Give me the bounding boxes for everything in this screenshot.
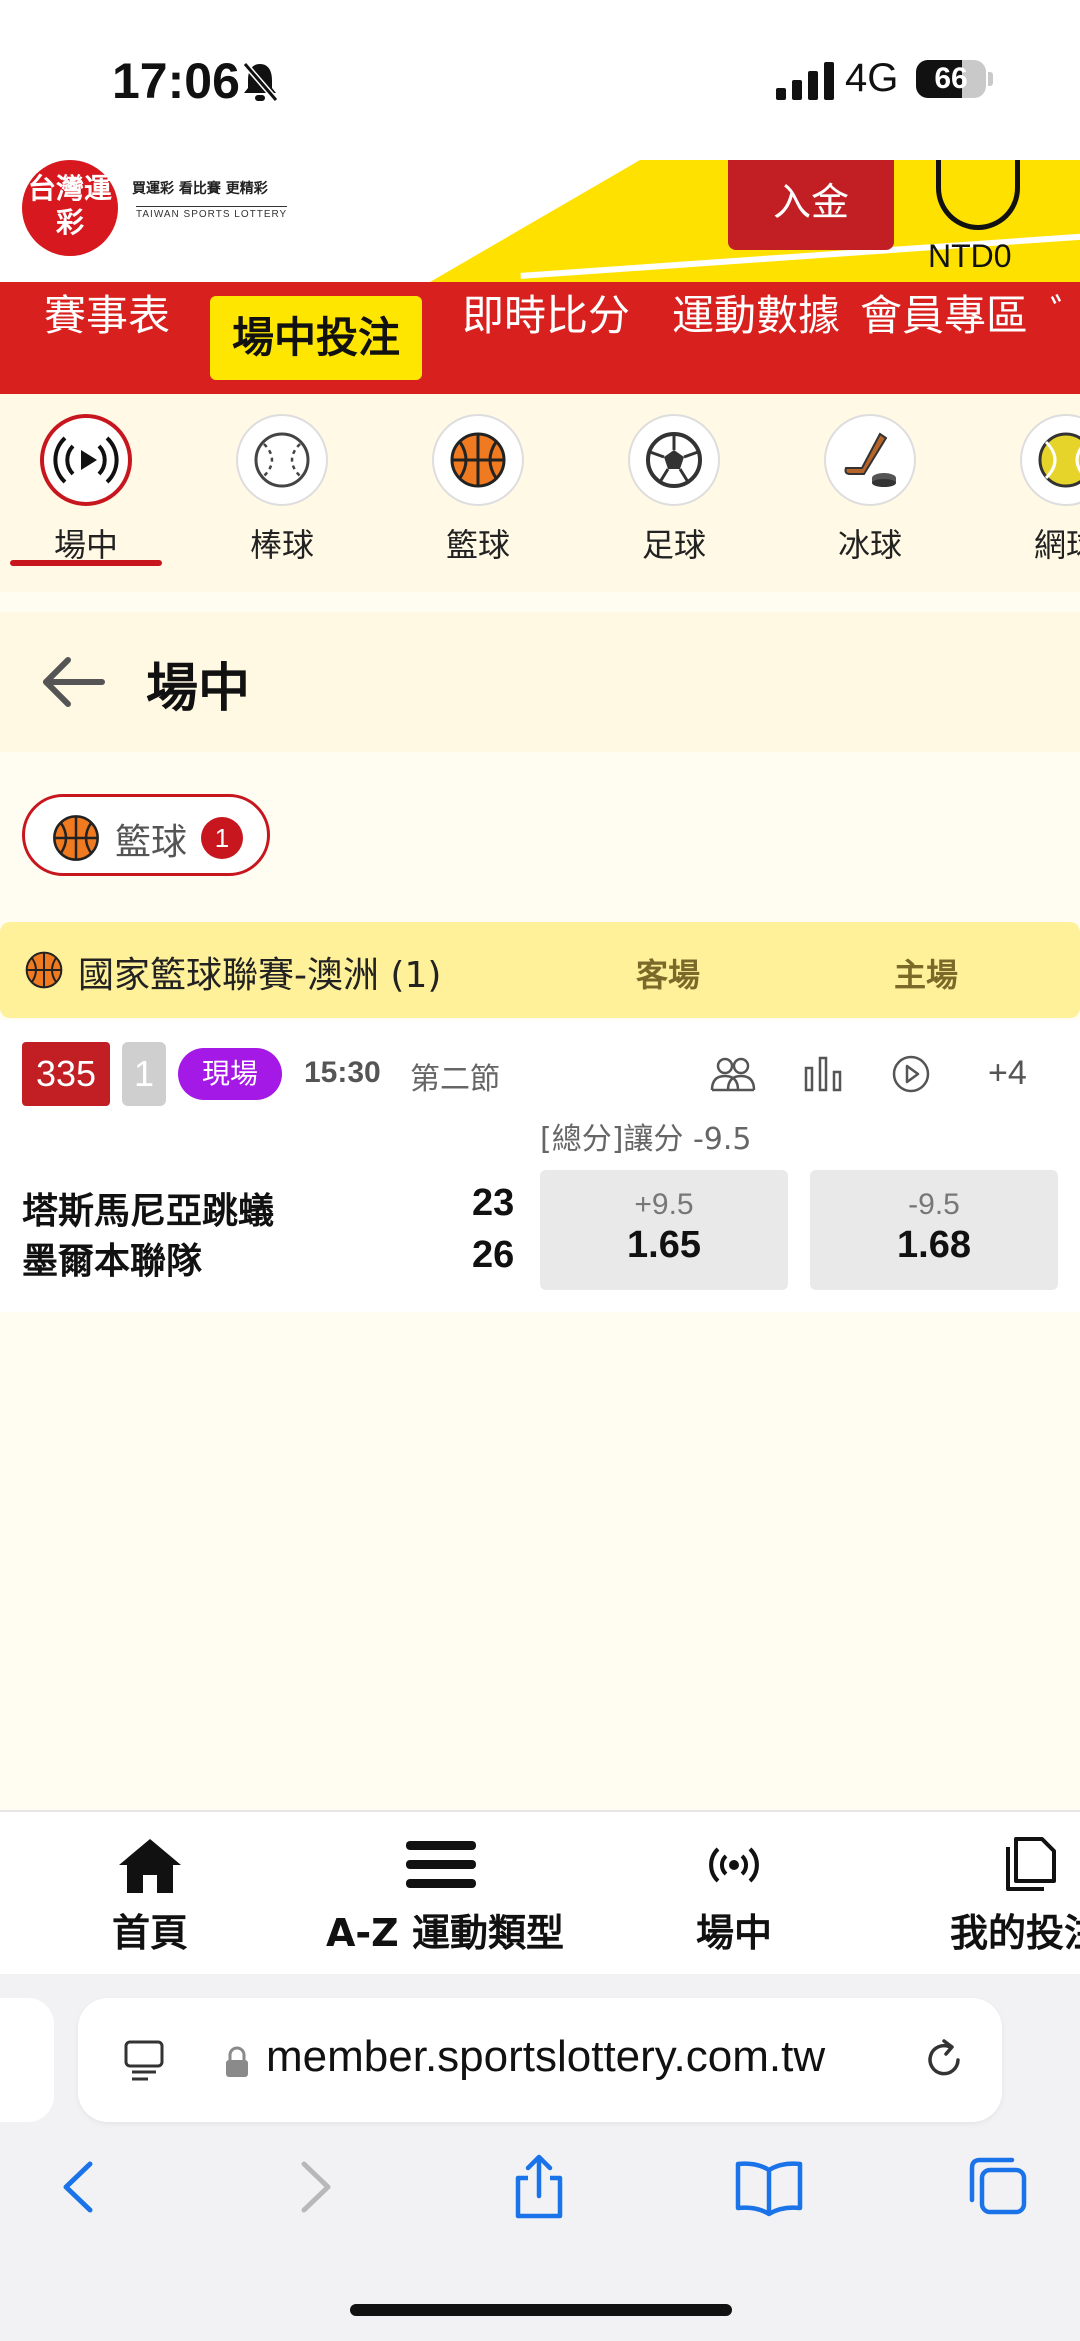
chip-label: 籃球 [115,822,188,863]
nav-schedule[interactable]: 賽事表 [44,282,170,394]
home-column-header: 主場 [894,956,959,994]
baseball-icon [254,432,310,488]
page-title: 場中 [146,659,251,719]
share-icon[interactable] [504,2152,574,2222]
match-card: 335 1 現場 15:30 第二節 +4 [總分]讓分 -9.5 塔斯馬尼亞跳… [0,1020,1080,1312]
bets-icon [1006,1837,1056,1891]
browser-toolbar: member.sportslottery.com.tw [0,1974,1080,2341]
sport-tab-live[interactable]: 場中 [16,414,156,566]
bell-muted-icon [242,62,279,102]
tab-home[interactable]: 首頁 [108,1832,192,1957]
logo-subtitle: TAIWAN SPORTS LOTTERY [136,206,288,220]
sport-tab-tennis[interactable]: 網球 [996,414,1080,566]
lineup-icon[interactable] [710,1054,756,1094]
network-type: 4G [845,56,899,100]
back-chevron-icon[interactable] [46,2152,116,2222]
sport-tab-baseball[interactable]: 棒球 [212,414,352,566]
tab-live[interactable]: 場中 [688,1832,780,1957]
bookmarks-icon[interactable] [734,2152,804,2222]
live-badge: 現場 [178,1048,282,1100]
tab-label: 場中 [695,1911,772,1955]
match-number-badge: 1 [122,1042,166,1106]
active-tab-indicator [10,560,162,566]
filter-chip-basketball[interactable]: 籃球 1 [22,794,270,876]
play-video-icon[interactable] [888,1054,934,1094]
url-text: member.sportslottery.com.tw [266,2032,826,2081]
tennis-ball-icon [1038,432,1080,488]
basketball-icon [53,815,99,861]
tab-az-sports[interactable]: A-Z 運動類型 [326,1832,564,1957]
status-bar: 17:06 4G 66 [0,0,1080,160]
stats-chart-icon[interactable] [800,1054,846,1094]
logo-tagline: 買運彩 看比賽 更精彩 [132,181,268,197]
status-time: 17:06 [112,53,240,109]
odds-line: +9.5 [634,1188,694,1221]
nav-live-scores[interactable]: 即時比分 [462,282,630,394]
reader-mode-icon[interactable] [122,2038,166,2082]
cellular-signal-icon [776,62,834,100]
soccer-ball-icon [646,432,702,488]
tab-label: 首頁 [111,1911,188,1955]
tab-my-bets[interactable]: 我的投注 [950,1832,1080,1957]
page-title-bar: 場中 [0,612,1080,752]
odds-price: 1.68 [897,1224,971,1266]
previous-tab-card[interactable] [0,1998,54,2122]
tab-label: 我的投注 [950,1911,1080,1955]
site-header: 台灣運彩 買運彩 看比賽 更精彩 TAIWAN SPORTS LOTTERY 入… [0,160,1080,282]
sports-nav: 場中 棒球 籃球 足球 冰球 網 [0,394,1080,592]
sport-tab-basketball[interactable]: 籃球 [408,414,548,566]
sport-label: 籃球 [445,526,510,564]
sport-label: 棒球 [249,526,314,564]
live-broadcast-icon [53,436,119,484]
match-clock: 15:30 [304,1056,381,1089]
nav-sports-data[interactable]: 運動數據 [672,282,840,394]
odds-line: -9.5 [908,1188,960,1221]
team-away-name: 塔斯馬尼亞跳蟻 [22,1191,275,1232]
sport-label: 冰球 [837,526,902,564]
sports-lottery-logo[interactable]: 台灣運彩 [22,160,118,256]
away-column-header: 客場 [636,956,701,994]
battery-icon: 66 [916,60,986,98]
sport-tab-ice-hockey[interactable]: 冰球 [800,414,940,566]
match-id-badge: 335 [22,1042,110,1106]
ice-hockey-icon [844,432,896,487]
league-name: 國家籃球聯賽-澳洲 (1) [78,955,442,996]
basketball-icon [25,951,63,989]
market-label: [總分]讓分 -9.5 [540,1122,752,1157]
lock-icon [226,2046,248,2077]
league-header[interactable]: 國家籃球聯賽-澳洲 (1) 客場 主場 [0,922,1080,1018]
back-arrow-icon[interactable] [40,652,106,712]
home-indicator [350,2304,732,2316]
reload-icon[interactable] [920,2036,968,2084]
score-home: 26 [472,1234,515,1276]
nav-more[interactable]: ﾞ [1050,282,1071,394]
odds-button-away[interactable]: +9.5 1.65 [540,1170,788,1290]
sport-label: 網球 [1033,526,1080,564]
live-icon [709,1847,759,1883]
odds-button-home[interactable]: -9.5 1.68 [810,1170,1058,1290]
nav-member-area[interactable]: 會員專區 [860,282,1028,394]
battery-tip [988,72,993,86]
more-markets-link[interactable]: +4 [988,1054,1027,1093]
sport-tab-soccer[interactable]: 足球 [604,414,744,566]
odds-price: 1.65 [627,1224,701,1266]
basketball-icon [450,432,506,488]
score-away: 23 [472,1182,515,1224]
address-bar[interactable]: member.sportslottery.com.tw [78,1998,1002,2122]
nav-live-betting[interactable]: 場中投注 [210,296,423,380]
sport-label: 足球 [641,526,706,564]
battery-percent: 66 [934,62,968,95]
deposit-button[interactable]: 入金 [728,160,894,250]
tab-label: A-Z 運動類型 [326,1911,564,1955]
tabs-icon[interactable] [962,2152,1032,2222]
account-balance: NTD0 [928,238,1012,274]
forward-chevron-icon[interactable] [278,2152,348,2222]
main-nav: 賽事表 場中投注 即時比分 運動數據 會員專區 ﾞ [0,282,1080,394]
chip-count-badge: 1 [201,817,243,859]
menu-icon [406,1841,476,1888]
bottom-tab-bar: 首頁 A-Z 運動類型 場中 我的投 [0,1810,1080,1974]
team-home-name: 墨爾本聯隊 [22,1241,203,1282]
home-icon [119,1839,181,1893]
match-period: 第二節 [410,1062,500,1097]
